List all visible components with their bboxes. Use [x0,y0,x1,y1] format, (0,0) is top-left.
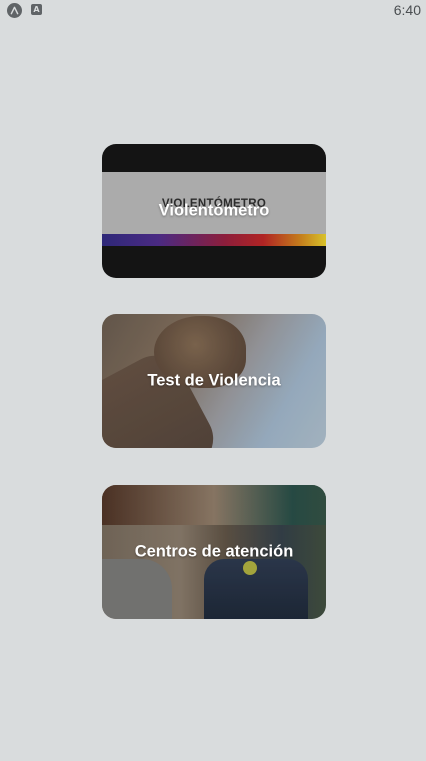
card-label: Test de Violencia [147,371,281,390]
status-clock: 6:40 [393,2,421,18]
card-test-violencia[interactable]: Test de Violencia [102,314,326,448]
status-bar: A 6:40 [0,0,426,22]
gradient-strip [102,234,326,246]
notification-letter: A [33,4,40,14]
card-label: Violentómetro [158,201,270,220]
card-centros-atencion[interactable]: Centros de atención [102,485,326,619]
app-launcher-icon [7,3,22,18]
card-label: Centros de atención [134,542,294,561]
font-notification-icon: A [31,4,42,15]
card-violentometro[interactable]: VIOLENTÓMETRO Violentómetro [102,144,326,278]
